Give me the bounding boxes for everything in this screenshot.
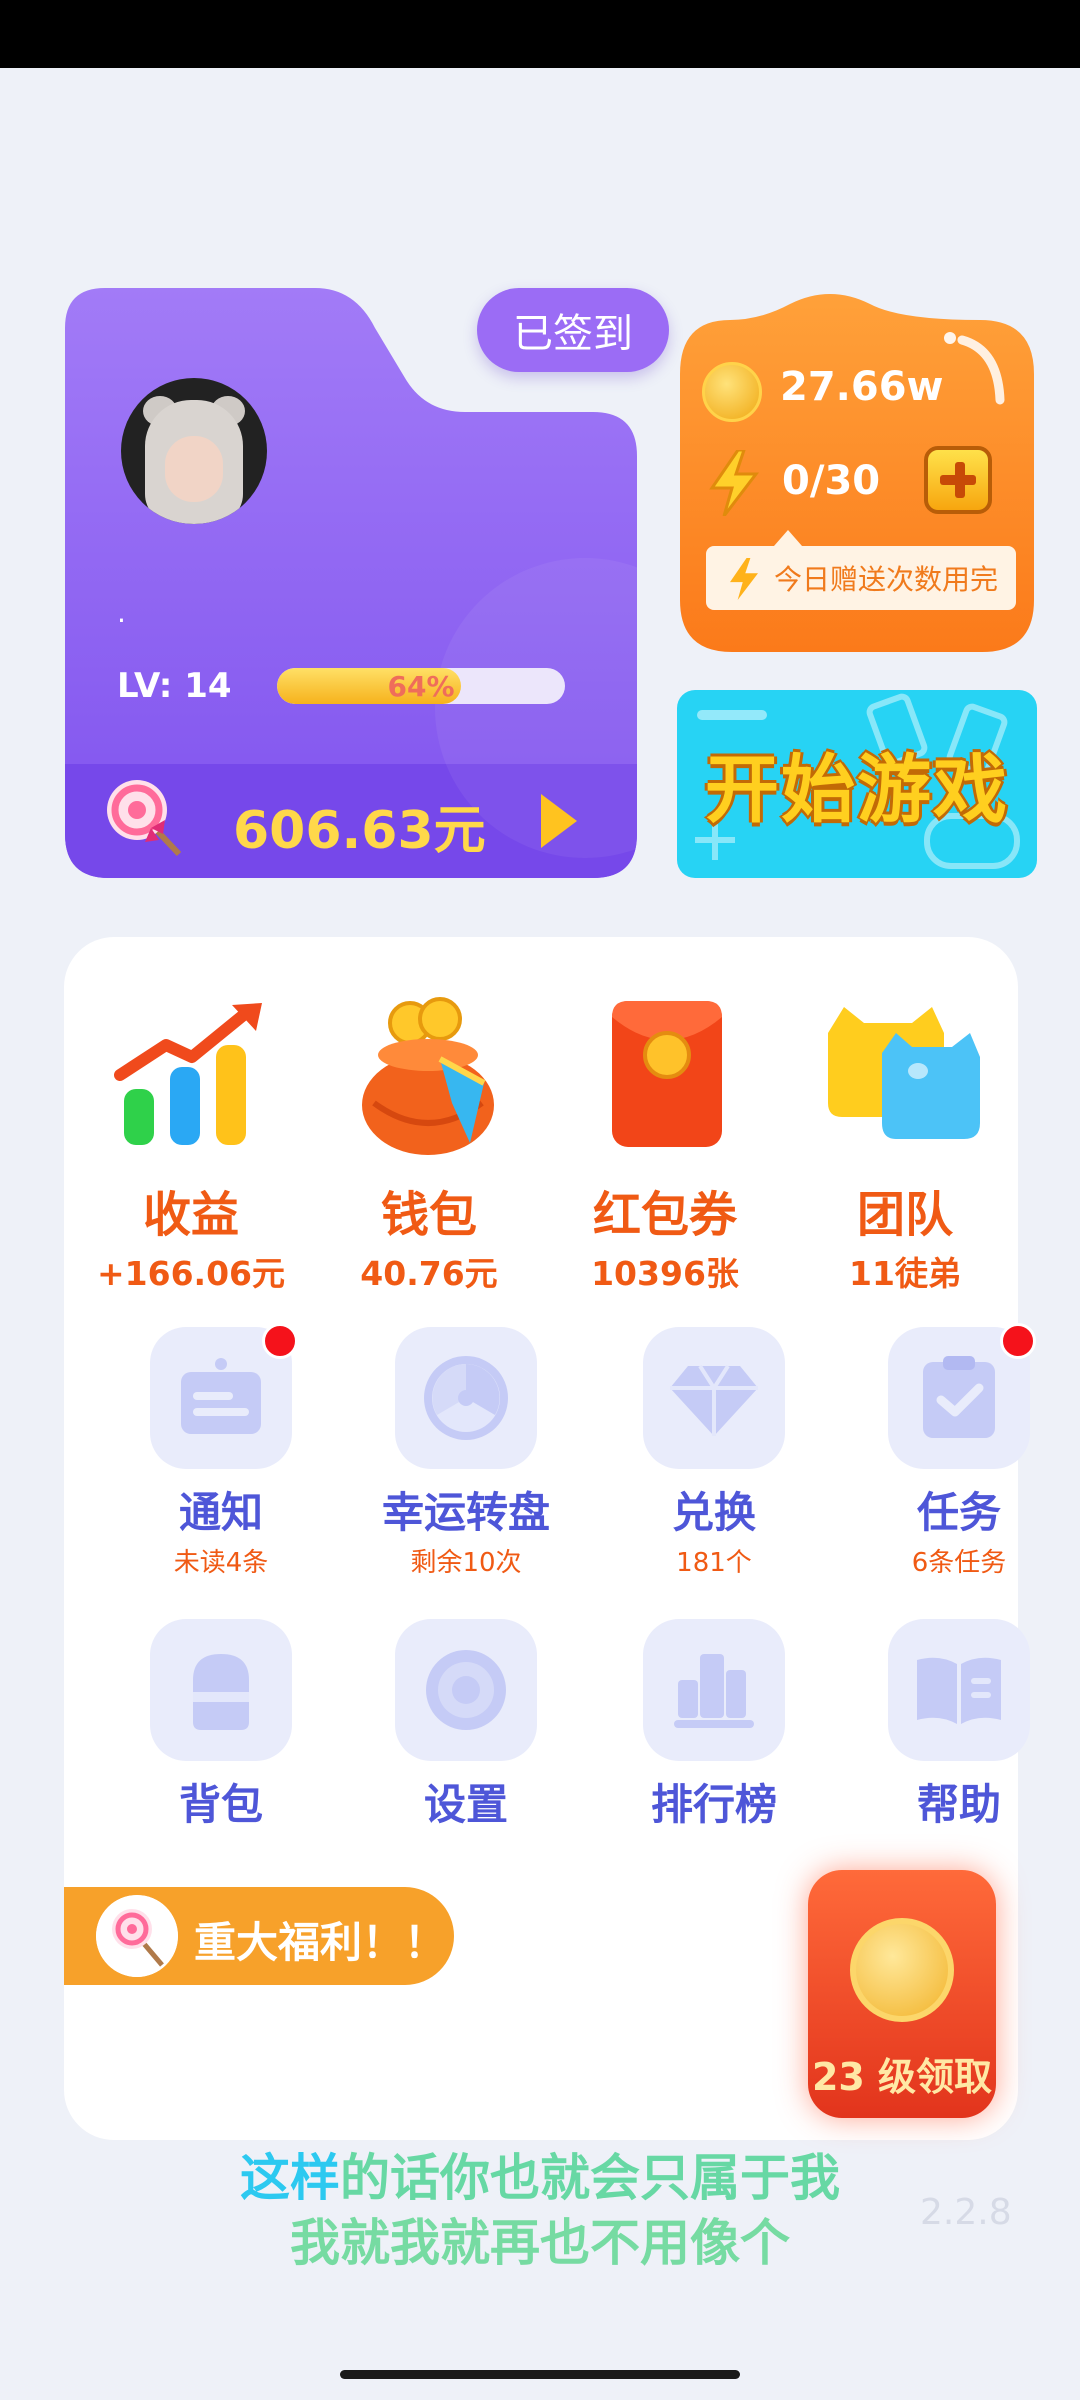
welfare-banner[interactable]: 重大福利！！ [64,1887,454,1985]
settings-item[interactable]: 设置 [351,1619,581,1832]
money-bag-icon [362,997,494,1155]
wallet-value: 40.76元 [360,1254,498,1293]
exchange-sub: 181个 [676,1548,752,1578]
wallet-item[interactable]: 钱包 40.76元 [314,993,544,1295]
team-item[interactable]: 团队 11徒弟 [790,993,1020,1295]
lollipop-icon [107,780,182,857]
backpack-item[interactable]: 背包 [106,1619,336,1832]
subtitle-line-1-a: 这样 [240,2149,340,2207]
red-packet-voucher-label: 红包券 [592,1187,737,1243]
start-game-label: 开始游戏 [705,747,1009,833]
profile-card[interactable]: 已签到 . LV: 14 64% 606.63元 [65,288,669,878]
team-label: 团队 [856,1187,953,1243]
subtitle-line-1-b: 的话你也就会只属于我 [340,2149,840,2207]
level-progress-bar: 64% [277,668,565,704]
task-badge [1000,1323,1036,1359]
settings-label: 设置 [423,1780,508,1829]
notice-sub: 未读4条 [173,1548,269,1578]
wallet-label: 钱包 [380,1187,477,1243]
help-item[interactable]: 帮助 [844,1619,1074,1832]
subtitle-line-1: 这样的话你也就会只属于我 [0,2138,1080,2210]
status-bar [0,0,1080,68]
team-value: 11徒弟 [849,1254,961,1293]
balance-row[interactable]: 606.63元 [65,764,637,878]
backpack-icon [150,1619,292,1761]
welfare-text: 重大福利！！ [194,1918,447,1967]
level-reward-label: 23 级领取 [811,2055,993,2099]
task-icon [888,1323,1036,1469]
add-energy-button[interactable] [924,446,992,514]
help-label: 帮助 [916,1780,1001,1829]
energy-tip-text: 今日赠送次数用完 [774,563,999,596]
earnings-label: 收益 [142,1187,239,1243]
exchange-label: 兑换 [671,1488,756,1537]
resources-card: 27.66w 0/30 今日赠送次数用完 [680,290,1034,652]
notice-icon [150,1323,298,1469]
diamond-icon [643,1327,785,1469]
home-indicator[interactable] [340,2370,740,2379]
team-cats-icon [828,1007,980,1139]
red-envelope-icon [612,1001,722,1147]
earnings-chart-icon [114,1003,262,1145]
start-game-button[interactable]: 开始游戏 [677,690,1037,878]
exchange-item[interactable]: 兑换 181个 [599,1327,829,1579]
notice-item[interactable]: 通知 未读4条 [106,1323,336,1579]
subtitle-line-2: 我就我就再也不用像个 [290,2214,790,2272]
signed-in-badge[interactable]: 已签到 [477,288,669,372]
version-label: 2.2.8 [920,2192,1012,2233]
red-packet-voucher-value: 10396张 [591,1254,739,1293]
red-packet-voucher-item[interactable]: 红包券 10396张 [550,993,780,1295]
earnings-item[interactable]: 收益 +166.06元 [76,993,306,1295]
earnings-value: +166.06元 [97,1254,285,1293]
lucky-wheel-label: 幸运转盘 [381,1488,550,1537]
ranking-label: 排行榜 [650,1780,777,1829]
level-progress-text: 64% [387,669,455,703]
level-label: LV: 14 [117,666,232,706]
level-reward-button[interactable]: 23 级领取 [808,1870,996,2118]
task-sub: 6条任务 [911,1548,1007,1578]
balance-arrow-icon[interactable] [541,794,577,848]
coin-count: 27.66w [780,364,944,410]
tip-bolt-icon [730,558,758,600]
help-book-icon [888,1619,1030,1761]
lucky-wheel-item[interactable]: 幸运转盘 剩余10次 [351,1327,581,1579]
lucky-wheel-sub: 剩余10次 [410,1548,522,1578]
ranking-item[interactable]: 排行榜 [599,1619,829,1832]
gear-icon [395,1619,537,1761]
task-label: 任务 [916,1488,1001,1537]
energy-tip: 今日赠送次数用完 [706,530,1016,610]
welfare-lollipop-icon [96,1895,178,1977]
energy-count: 0/30 [782,458,881,504]
balance-amount: 606.63元 [233,801,486,861]
nickname: . [117,596,126,629]
cat-coin-icon [850,1918,954,2022]
avatar[interactable] [121,378,267,524]
wheel-icon [395,1327,537,1469]
task-item[interactable]: 任务 6条任务 [844,1323,1074,1579]
notice-label: 通知 [178,1488,263,1537]
energy-bolt-icon [709,450,760,516]
backpack-label: 背包 [178,1780,263,1829]
rank-icon [643,1619,785,1761]
notice-badge [262,1323,298,1359]
coin-icon [702,362,762,422]
